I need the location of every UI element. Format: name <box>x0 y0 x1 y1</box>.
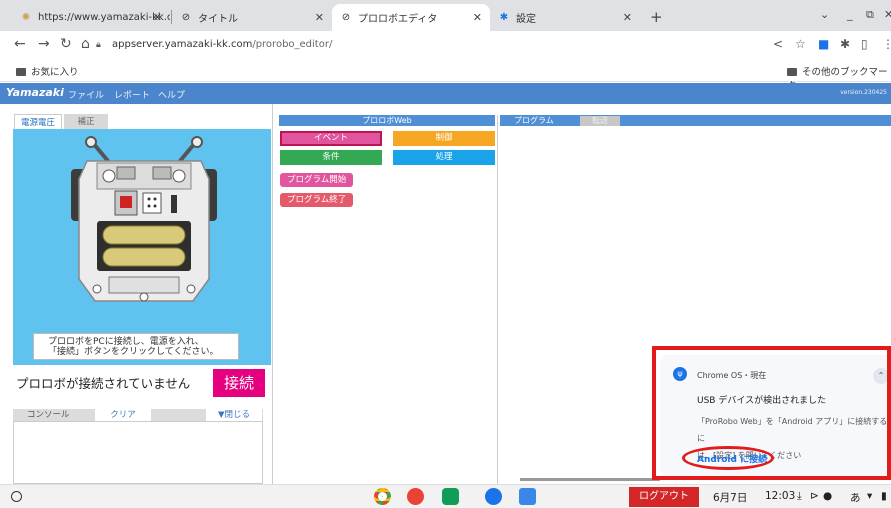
tab-title: 設定 <box>516 14 536 25</box>
tab-title-page[interactable]: ⊘ タイトル ✕ <box>172 4 332 31</box>
clear-button[interactable]: クリア <box>95 409 151 421</box>
download-icon[interactable]: ⤓ <box>797 490 802 503</box>
menu-report[interactable]: レポート <box>114 88 150 101</box>
meet-icon[interactable] <box>485 488 502 505</box>
window-close-icon[interactable]: ✕ <box>884 8 891 21</box>
palette-header: プロロボWeb <box>279 115 495 126</box>
block-program-start[interactable]: プログラム開始 <box>280 173 354 187</box>
forward-icon[interactable]: → <box>38 36 50 52</box>
connect-button[interactable]: 接続 <box>213 369 265 397</box>
logout-button[interactable]: ログアウト <box>629 487 699 507</box>
highlight-ring-annotation <box>682 446 774 470</box>
menu-kebab-icon[interactable]: ⋮ <box>882 37 891 51</box>
console-header: コンソール クリア ▼閉じる <box>13 409 263 421</box>
url-field[interactable]: 🔒︎ appserver.yamazaki-kk.com/prorobo_edit… <box>96 35 756 55</box>
url-path: /prorobo_editor/ <box>252 39 333 50</box>
app-header: Yamazaki ファイル レポート ヘルプ version.230425 <box>0 83 891 104</box>
category-process-button[interactable]: 処理 <box>393 150 495 165</box>
time-label[interactable]: 12:03 <box>765 490 795 502</box>
browser-tab-strip: ✺ https://www.yamazaki-kk.com ✕ ⊘ タイトル ✕… <box>0 0 891 31</box>
globe-icon: ⊘ <box>181 11 191 23</box>
folder-icon <box>16 68 26 76</box>
gear-icon: ✱ <box>499 11 509 23</box>
bookmark-star-icon[interactable]: ☆ <box>795 37 806 51</box>
connection-status: プロロボが接続されていません <box>16 376 191 391</box>
lock-icon: 🔒︎ <box>96 40 101 50</box>
new-tab-button[interactable]: + <box>650 8 663 26</box>
side-panel-icon[interactable]: ▯ <box>861 37 868 51</box>
tab-settings[interactable]: ✱ 設定 ✕ <box>490 4 640 31</box>
folder-icon <box>787 68 797 76</box>
yamazaki-logo: Yamazaki <box>6 86 64 99</box>
connect-instructions: プロロボをPCに接続し、電源を入れ、 「接続」ボタンをクリックしてください。 <box>33 333 239 360</box>
close-icon[interactable]: ✕ <box>153 11 162 24</box>
tab-calibration[interactable]: 補正 <box>64 114 108 130</box>
robot-image <box>71 136 217 302</box>
chromeos-shelf: ログアウト 6月7日 12:03 ⤓ ⊳ ● あ ▾ ▮ <box>0 484 891 508</box>
instruction-line-2: 「接続」ボタンをクリックしてください。 <box>48 347 219 357</box>
program-header <box>500 115 891 126</box>
tab-prorobo-editor[interactable]: ⊘ プロロボエディタ ✕ <box>332 4 490 31</box>
block-palette <box>277 115 498 484</box>
notification-count-icon[interactable]: ● <box>823 490 832 502</box>
console-label: コンソール <box>27 410 70 420</box>
menu-help[interactable]: ヘルプ <box>158 88 185 101</box>
minimize-icon[interactable]: _ <box>847 8 853 21</box>
robot-display <box>13 129 271 365</box>
yamazaki-favicon-icon: ✺ <box>21 11 31 23</box>
console-output[interactable] <box>13 421 263 484</box>
globe-icon: ⊘ <box>341 11 351 23</box>
tab-title: https://www.yamazaki-kk.com <box>38 12 170 23</box>
address-bar: ← → ↻ ⌂ 🔒︎ appserver.yamazaki-kk.com/pror… <box>0 31 891 59</box>
chrome-icon[interactable] <box>374 488 391 505</box>
tab-program[interactable]: プログラム <box>514 115 554 126</box>
instruction-line-1: プロロボをPCに接続し、電源を入れ、 <box>48 337 204 347</box>
tab-title: タイトル <box>198 14 238 25</box>
url-host: appserver.yamazaki-kk.com <box>112 39 253 50</box>
menu-file[interactable]: ファイル <box>68 88 104 101</box>
bookmark-label: お気に入り <box>31 67 79 78</box>
date-label[interactable]: 6月7日 <box>713 490 747 505</box>
restore-icon[interactable]: ⧉ <box>866 8 874 22</box>
category-control-button[interactable]: 制御 <box>393 131 495 146</box>
tab-yamazaki[interactable]: ✺ https://www.yamazaki-kk.com ✕ <box>12 4 170 31</box>
launcher-icon[interactable] <box>11 491 22 502</box>
back-icon[interactable]: ← <box>14 36 26 52</box>
tab-power-voltage[interactable]: 電源電圧 <box>14 114 62 130</box>
horizontal-scrollbar[interactable] <box>520 478 660 481</box>
extension-app-icon[interactable]: ■ <box>818 37 829 51</box>
home-icon[interactable]: ⌂ <box>81 36 90 52</box>
close-icon[interactable]: ✕ <box>473 11 482 24</box>
bookmark-favorites[interactable]: お気に入り <box>16 64 79 78</box>
ime-indicator[interactable]: あ <box>850 490 861 505</box>
cast-icon[interactable]: ⊳ <box>810 490 819 502</box>
share-icon[interactable]: < <box>773 37 783 51</box>
block-program-end[interactable]: プログラム終了 <box>280 193 354 207</box>
wifi-icon[interactable]: ▾ <box>867 490 872 502</box>
tab-search-icon[interactable]: ⌄ <box>820 8 829 21</box>
category-condition-button[interactable]: 条件 <box>280 150 382 165</box>
tab-transfer[interactable]: 転送 <box>580 116 620 126</box>
category-event-button[interactable]: イベント <box>280 131 382 146</box>
close-icon[interactable]: ✕ <box>623 11 632 24</box>
close-icon[interactable]: ✕ <box>315 11 324 24</box>
files-icon[interactable] <box>519 488 536 505</box>
tab-title: プロロボエディタ <box>358 14 438 25</box>
close-console-button[interactable]: ▼閉じる <box>206 409 262 421</box>
color-app-icon[interactable] <box>407 488 424 505</box>
battery-icon[interactable]: ▮ <box>881 490 887 502</box>
reload-icon[interactable]: ↻ <box>60 36 72 52</box>
version-label: version.230425 <box>840 89 887 96</box>
bookmarks-bar: お気に入り その他のブックマーク <box>0 59 891 92</box>
classroom-icon[interactable] <box>442 488 459 505</box>
extensions-puzzle-icon[interactable]: ✱ <box>840 37 850 51</box>
